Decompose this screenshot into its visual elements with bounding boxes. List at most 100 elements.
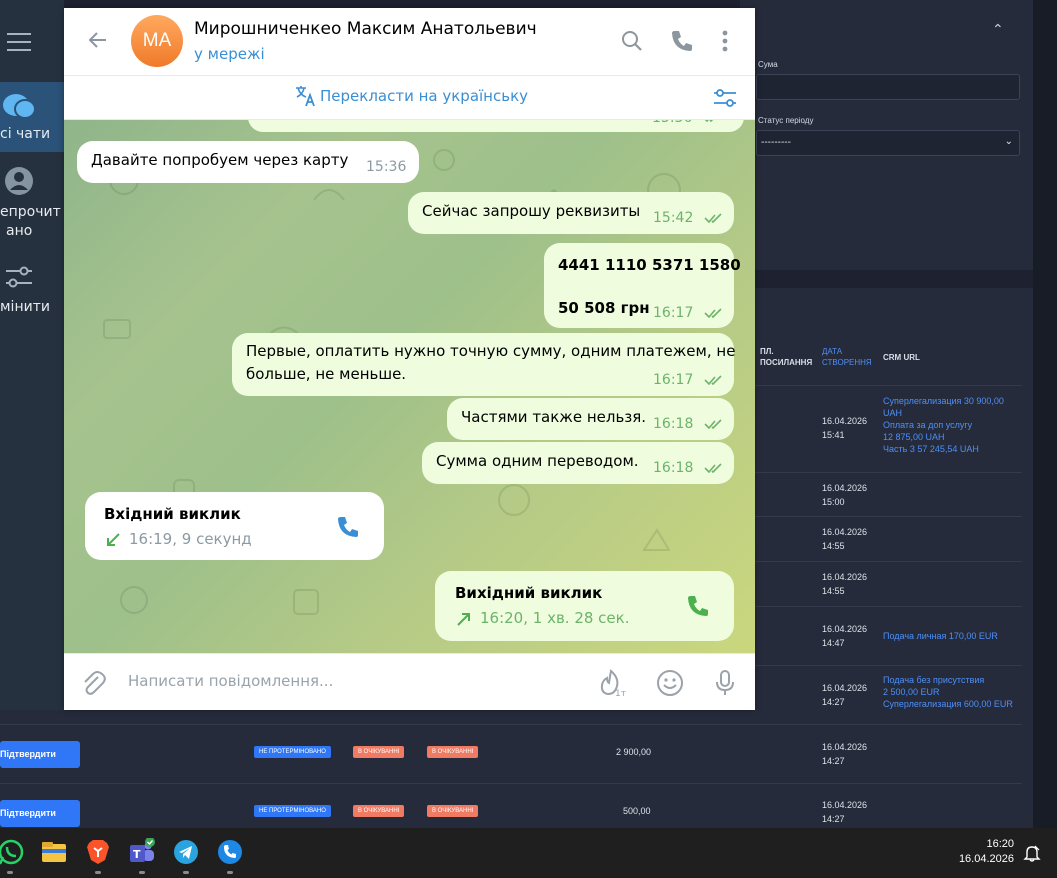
message-bubble[interactable]: Частями также нельзя. 16:18 bbox=[447, 398, 734, 440]
row-time: 14:55 bbox=[822, 586, 845, 596]
period-status-select[interactable]: --------- ⌄ bbox=[756, 130, 1020, 156]
amount-input[interactable] bbox=[756, 74, 1020, 100]
message-bubble[interactable]: Сейчас запрошу реквизиты 15:42 bbox=[408, 192, 734, 234]
header-payment-link: ПЛ. ПОСИЛАННЯ bbox=[760, 347, 813, 367]
row-divider bbox=[0, 783, 1022, 784]
crm-url-cell[interactable]: Подача без присутствия 2 500,00 EUR Супе… bbox=[883, 674, 1013, 710]
boost-flame-icon[interactable]: 1т bbox=[597, 668, 627, 698]
crm-url-cell[interactable]: Суперлегализация 30 900,00 UAH Оплата за… bbox=[883, 395, 1004, 455]
search-icon[interactable] bbox=[619, 28, 645, 54]
row-time: 15:00 bbox=[822, 497, 845, 507]
period-status-label: Статус періоду bbox=[758, 116, 814, 125]
hamburger-menu-icon[interactable] bbox=[7, 33, 31, 57]
crm-link[interactable]: Суперлегализация 600,00 EUR bbox=[883, 698, 1013, 710]
more-vertical-icon[interactable] bbox=[712, 28, 738, 54]
row-time: 14:27 bbox=[822, 814, 845, 824]
call-title: Вихідний виклик bbox=[455, 584, 603, 602]
contact-name[interactable]: Мирошниченкео Максим Анатольевич bbox=[194, 19, 537, 39]
crm-url-cell[interactable]: Подача личная 170,00 EUR bbox=[883, 630, 998, 642]
phone-icon[interactable] bbox=[669, 28, 695, 54]
phone-app-icon[interactable] bbox=[216, 838, 244, 866]
crm-link[interactable]: Суперлегализация 30 900,00 bbox=[883, 395, 1004, 407]
row-time: 14:47 bbox=[822, 638, 845, 648]
amount-cell: 500,00 bbox=[623, 806, 651, 816]
whatsapp-icon[interactable] bbox=[0, 838, 25, 866]
crm-link[interactable]: Оплата за доп услугу bbox=[883, 419, 1004, 431]
message-bubble[interactable]: Первые, оплатить нужно точную сумму, одн… bbox=[232, 333, 735, 396]
microphone-icon[interactable] bbox=[710, 668, 740, 698]
folder-unread-label-1[interactable]: епрочит bbox=[0, 203, 61, 222]
user-icon[interactable] bbox=[4, 166, 34, 196]
confirm-button[interactable]: Підтвердити bbox=[0, 741, 80, 768]
folder-all-chats[interactable]: сі чати bbox=[0, 82, 64, 152]
message-time: 15:42 bbox=[653, 210, 694, 226]
folder-unread-label-2[interactable]: ано bbox=[6, 222, 32, 241]
table-row: 16.04.2026 14:27 bbox=[822, 798, 867, 826]
chats-bubble-icon bbox=[3, 94, 36, 119]
double-check-icon bbox=[704, 213, 722, 223]
emoji-smile-icon[interactable] bbox=[655, 668, 685, 698]
message-time: 16:17 bbox=[653, 305, 694, 321]
crm-link[interactable]: 2 500,00 EUR bbox=[883, 686, 1013, 698]
message-input[interactable]: Написати повідомлення... bbox=[128, 672, 333, 690]
call-phone-icon[interactable] bbox=[685, 593, 711, 619]
dashboard-edge bbox=[1033, 0, 1057, 828]
message-bubble[interactable]: Сумма одним переводом. 16:18 bbox=[422, 442, 734, 484]
table-row: 16.04.2026 15:41 bbox=[822, 414, 867, 442]
running-indicator bbox=[139, 871, 145, 874]
row-date: 16.04.2026 bbox=[822, 572, 868, 582]
call-detail: 16:19, 9 секунд bbox=[129, 530, 252, 548]
state-badge: В ОЧІКУВАННІ bbox=[353, 746, 405, 758]
back-arrow-icon[interactable] bbox=[86, 28, 110, 52]
row-date: 16.04.2026 bbox=[822, 624, 868, 634]
header-created-date[interactable]: ДАТА СТВОРЕННЯ bbox=[822, 346, 878, 368]
notification-bell-icon[interactable] bbox=[1022, 843, 1042, 863]
message-text: 50 508 грн bbox=[558, 299, 650, 317]
chat-header: МА Мирошниченкео Максим Анатольевич у ме… bbox=[64, 8, 755, 76]
state-badge: В ОЧІКУВАННІ bbox=[427, 805, 479, 817]
translate-label[interactable]: Перекласти на українську bbox=[320, 87, 528, 105]
avatar[interactable]: МА bbox=[131, 15, 183, 67]
brave-browser-icon[interactable] bbox=[84, 838, 112, 866]
row-time: 14:27 bbox=[822, 756, 845, 766]
amount-label: Сума bbox=[758, 60, 778, 69]
message-bubble[interactable]: 4441 1110 5371 1580 50 508 грн 16:17 bbox=[544, 243, 741, 328]
system-clock[interactable]: 16:20 16.04.2026 bbox=[948, 837, 1014, 867]
running-indicator bbox=[95, 871, 101, 874]
message-composer: Написати повідомлення... 1т bbox=[64, 653, 755, 710]
confirm-button[interactable]: Підтвердити bbox=[0, 800, 80, 827]
file-explorer-icon[interactable] bbox=[40, 838, 68, 866]
crm-link[interactable]: Часть 3 57 245,54 UAH bbox=[883, 443, 1004, 455]
message-bubble[interactable]: Давайте попробуем через карту 15:36 bbox=[77, 141, 419, 183]
table-row: 16.04.2026 14:55 bbox=[822, 570, 867, 598]
state-badge: В ОЧІКУВАННІ bbox=[353, 805, 405, 817]
folder-edit-label[interactable]: мінити bbox=[0, 298, 50, 317]
collapse-chevron-up-icon[interactable]: ⌃ bbox=[992, 22, 1004, 38]
message-text: больше, не меньше. bbox=[246, 365, 407, 383]
table-row: 16.04.2026 14:27 bbox=[822, 740, 867, 768]
table-row: 16.04.2026 14:47 bbox=[822, 622, 867, 650]
attach-paperclip-icon[interactable] bbox=[78, 668, 108, 698]
crm-link[interactable]: 12 875,00 UAH bbox=[883, 431, 1004, 443]
crm-link[interactable]: Подача личная 170,00 EUR bbox=[883, 630, 998, 642]
translate-settings-icon[interactable] bbox=[712, 86, 738, 110]
edit-folders-sliders-icon[interactable] bbox=[4, 264, 34, 290]
row-date: 16.04.2026 bbox=[822, 683, 868, 693]
crm-link[interactable]: UAH bbox=[883, 407, 1004, 419]
table-row: 16.04.2026 15:00 bbox=[822, 481, 867, 509]
translate-bar[interactable]: Перекласти на українську bbox=[64, 76, 755, 120]
crm-link[interactable]: Подача без присутствия bbox=[883, 674, 1013, 686]
outgoing-call-message[interactable]: Вихідний виклик 16:20, 1 хв. 28 сек. bbox=[435, 571, 734, 641]
double-check-icon bbox=[704, 375, 722, 385]
teams-icon[interactable]: T bbox=[128, 838, 156, 866]
message-bubble[interactable]: 15:36 bbox=[248, 120, 744, 132]
call-back-phone-icon[interactable] bbox=[335, 514, 361, 540]
row-date: 16.04.2026 bbox=[822, 416, 868, 426]
double-check-icon bbox=[704, 120, 714, 122]
message-list[interactable]: 15:36 Давайте попробуем через карту 15:3… bbox=[64, 120, 755, 653]
telegram-icon[interactable] bbox=[172, 838, 200, 866]
svg-text:1т: 1т bbox=[615, 689, 626, 698]
message-text: Сумма одним переводом. bbox=[436, 452, 639, 470]
incoming-call-message[interactable]: Вхідний виклик 16:19, 9 секунд bbox=[85, 492, 384, 560]
row-time: 14:27 bbox=[822, 697, 845, 707]
